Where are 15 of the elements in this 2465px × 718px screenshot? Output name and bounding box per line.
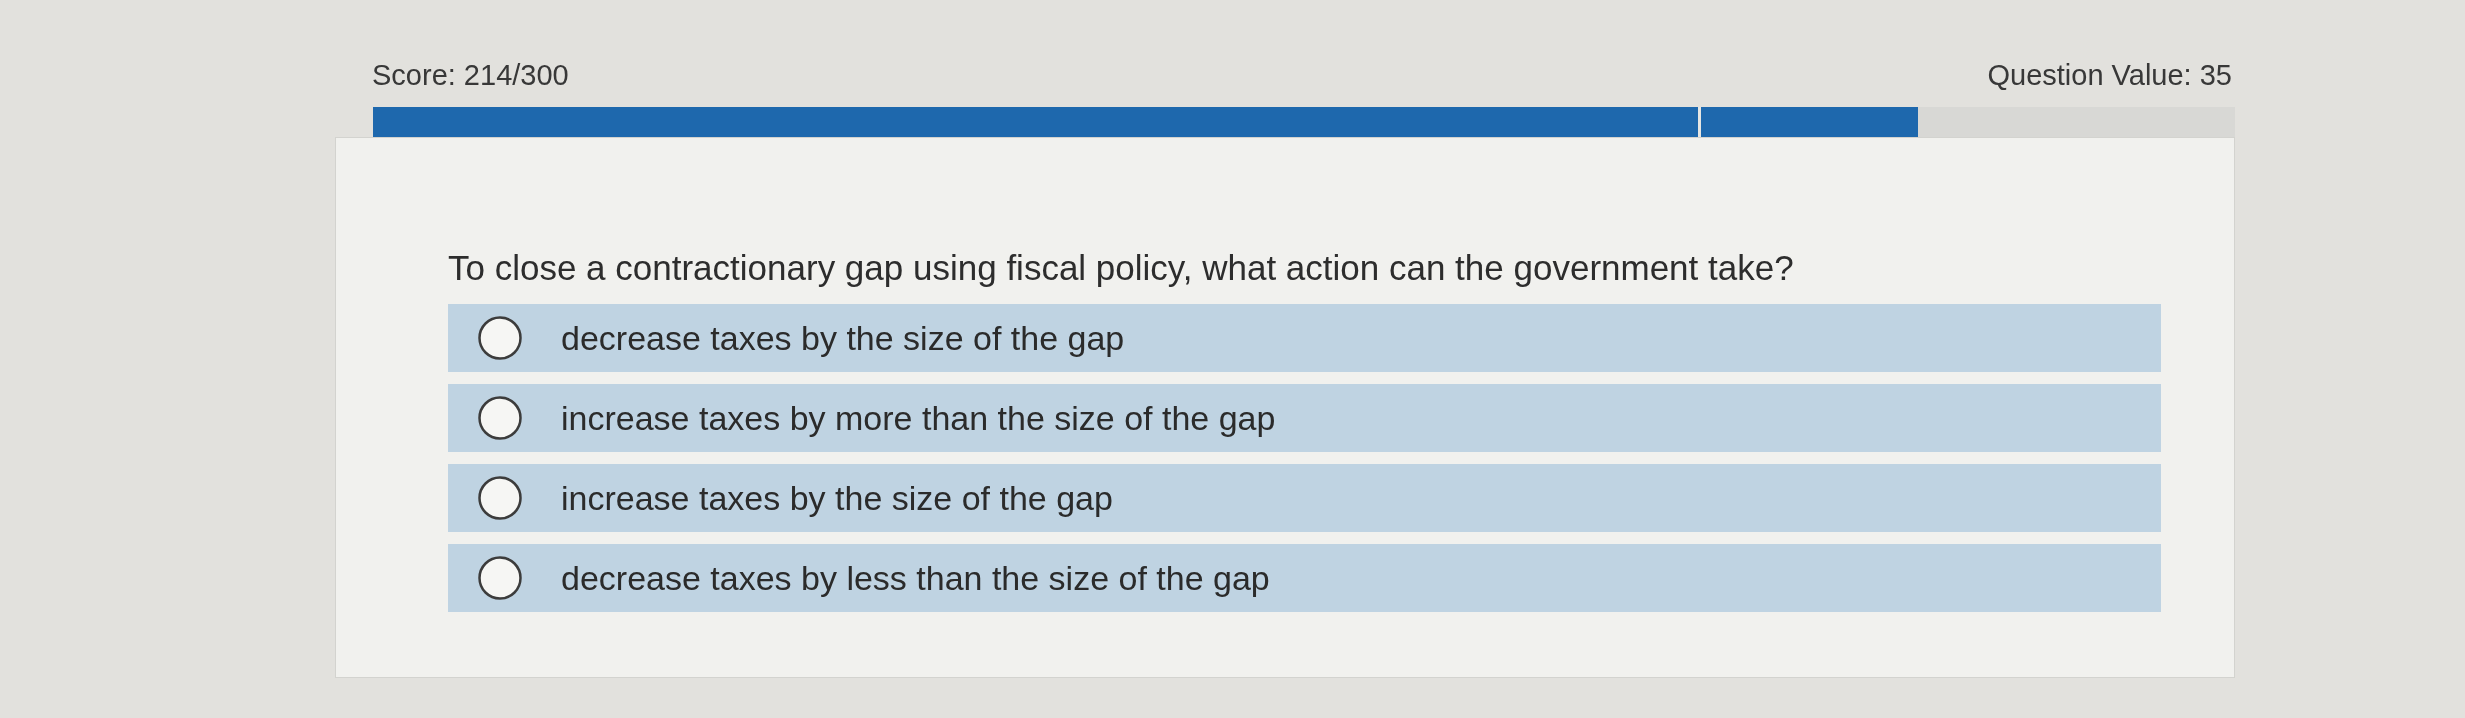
- score-text: Score: 214/300: [372, 58, 569, 92]
- radio-button[interactable]: [478, 556, 522, 600]
- question-prompt: To close a contractionary gap using fiscal policy, what action can the government take?: [448, 248, 1795, 288]
- radio-button[interactable]: [478, 476, 522, 520]
- answer-label: increase taxes by the size of the gap: [561, 478, 1113, 518]
- answer-option[interactable]: increase taxes by more than the size of the gap: [448, 384, 2161, 452]
- answer-option[interactable]: decrease taxes by less than the size of the gap: [448, 544, 2161, 612]
- radio-button[interactable]: [478, 316, 522, 360]
- question-value-text: Question Value: 35: [1987, 58, 2232, 92]
- answer-option[interactable]: decrease taxes by the size of the gap: [448, 304, 2161, 372]
- answer-label: decrease taxes by the size of the gap: [561, 318, 1125, 358]
- radio-button[interactable]: [478, 396, 522, 440]
- answer-option[interactable]: increase taxes by the size of the gap: [448, 464, 2161, 532]
- answer-label: decrease taxes by less than the size of the gap: [561, 558, 1270, 598]
- answer-label: increase taxes by more than the size of the gap: [561, 398, 1276, 438]
